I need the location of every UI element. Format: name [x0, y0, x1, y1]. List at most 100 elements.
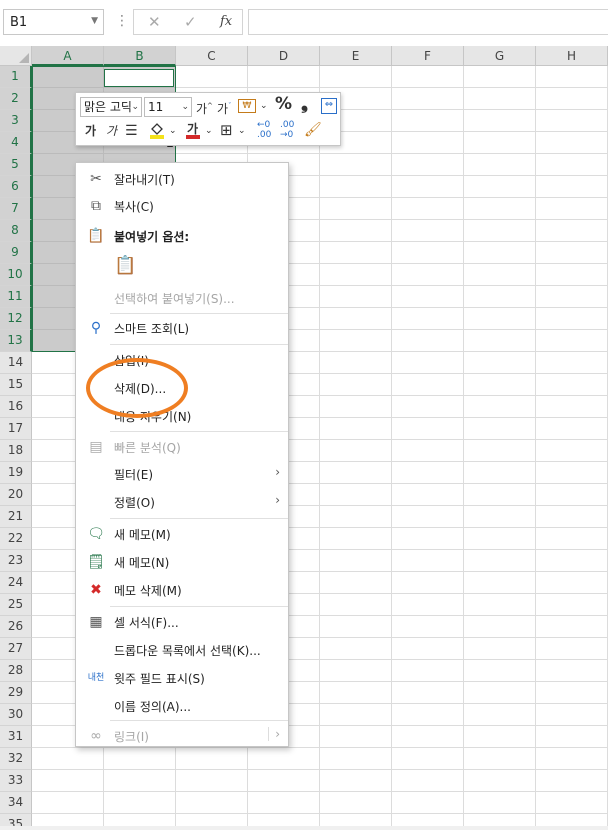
drag-handle-icon[interactable]: ⋮: [115, 13, 129, 29]
enter-icon[interactable]: ✓: [184, 13, 197, 31]
column-header-b[interactable]: B: [104, 46, 176, 66]
insert-function-icon[interactable]: fx: [220, 14, 232, 29]
menu-item-sort[interactable]: 정렬(O) ›: [76, 489, 288, 515]
chevron-right-icon: ›: [268, 727, 280, 741]
select-all-button[interactable]: [0, 46, 32, 66]
menu-item-copy[interactable]: ⧉ 복사(C): [76, 193, 288, 219]
bold-button[interactable]: 가: [85, 121, 96, 141]
row-header-19[interactable]: 19: [0, 462, 32, 484]
fill-color-button[interactable]: [148, 120, 166, 146]
menu-item-define-name[interactable]: 이름 정의(A)...: [76, 693, 288, 719]
menu-item-cut[interactable]: ✂ 잘라내기(T): [76, 166, 288, 192]
menu-item-pick-from-list[interactable]: 드롭다운 목록에서 선택(K)...: [76, 637, 288, 663]
row-header-26[interactable]: 26: [0, 616, 32, 638]
font-size-box[interactable]: 11 ⌄: [144, 97, 192, 117]
row-header-3[interactable]: 3: [0, 110, 32, 132]
menu-item-smart-lookup[interactable]: ⚲ 스마트 조회(L): [76, 315, 288, 341]
menu-separator: [110, 344, 288, 345]
menu-item-new-comment[interactable]: 🗨 새 메모(M): [76, 521, 288, 547]
shrink-font-button[interactable]: 가ˇ: [217, 96, 232, 119]
horizontal-scrollbar[interactable]: [0, 826, 608, 830]
currency-format-icon[interactable]: ₩: [238, 99, 256, 113]
menu-item-insert[interactable]: 삽입(I): [76, 347, 288, 373]
chevron-down-icon[interactable]: ⌄: [238, 121, 246, 141]
row-header-13[interactable]: 13: [0, 330, 32, 352]
row-header-33[interactable]: 33: [0, 770, 32, 792]
chevron-down-icon[interactable]: ⌄: [205, 121, 213, 141]
column-header-a[interactable]: A: [32, 46, 104, 66]
row-header-5[interactable]: 5: [0, 154, 32, 176]
decrease-decimal-icon[interactable]: .00 →0: [280, 120, 294, 140]
row-header-28[interactable]: 28: [0, 660, 32, 682]
comma-style-button[interactable]: ❟: [301, 94, 308, 114]
menu-item-clear-contents[interactable]: 내용 지우기(N): [76, 403, 288, 429]
menu-item-new-note[interactable]: 🗒 새 메모(N): [76, 549, 288, 575]
row-header-20[interactable]: 20: [0, 484, 32, 506]
row-header-11[interactable]: 11: [0, 286, 32, 308]
formula-input[interactable]: [248, 9, 608, 35]
grow-font-button[interactable]: 가^: [196, 96, 213, 119]
row-header-2[interactable]: 2: [0, 88, 32, 110]
row-header-7[interactable]: 7: [0, 198, 32, 220]
row-header-21[interactable]: 21: [0, 506, 32, 528]
merge-center-icon[interactable]: ⇔: [321, 98, 337, 114]
menu-item-filter[interactable]: 필터(E) ›: [76, 461, 288, 487]
chevron-down-icon[interactable]: ⌄: [260, 96, 268, 116]
format-painter-icon[interactable]: 🖌: [304, 120, 322, 140]
percent-style-button[interactable]: %: [275, 94, 292, 114]
column-header-g[interactable]: G: [464, 46, 536, 66]
name-box[interactable]: B1 ▼: [3, 9, 104, 35]
row-header-34[interactable]: 34: [0, 792, 32, 814]
chevron-right-icon: ›: [275, 493, 280, 507]
menu-item-phonetic[interactable]: 내천 윗주 필드 표시(S): [76, 665, 288, 691]
row-header-1[interactable]: 1: [0, 66, 32, 88]
row-header-22[interactable]: 22: [0, 528, 32, 550]
row-header-8[interactable]: 8: [0, 220, 32, 242]
active-cell[interactable]: [104, 69, 174, 87]
menu-separator: [110, 431, 288, 432]
chevron-down-icon[interactable]: ▼: [91, 16, 98, 26]
chevron-down-icon[interactable]: ⌄: [169, 121, 177, 141]
align-center-icon[interactable]: ☰: [125, 121, 138, 141]
name-box-value: B1: [10, 15, 28, 30]
svg-text:가: 가: [187, 121, 198, 136]
menu-item-format-cells[interactable]: ▦ 셀 서식(F)...: [76, 609, 288, 635]
row-header-25[interactable]: 25: [0, 594, 32, 616]
menu-separator: [110, 518, 288, 519]
column-header-e[interactable]: E: [320, 46, 392, 66]
increase-decimal-icon[interactable]: ←0.00: [257, 120, 271, 140]
row-header-32[interactable]: 32: [0, 748, 32, 770]
row-header-24[interactable]: 24: [0, 572, 32, 594]
font-name-box[interactable]: 맑은 고딕 ⌄: [80, 97, 142, 117]
row-header-9[interactable]: 9: [0, 242, 32, 264]
row-header-30[interactable]: 30: [0, 704, 32, 726]
row-header-12[interactable]: 12: [0, 308, 32, 330]
menu-item-delete[interactable]: 삭제(D)...: [76, 375, 288, 401]
row-header-17[interactable]: 17: [0, 418, 32, 440]
menu-separator: [110, 606, 288, 607]
menu-item-paste-options: 📋 붙여넣기 옵션:: [76, 223, 288, 249]
row-header-27[interactable]: 27: [0, 638, 32, 660]
menu-item-delete-note[interactable]: ✖ 메모 삭제(M): [76, 577, 288, 603]
row-header-6[interactable]: 6: [0, 176, 32, 198]
row-header-16[interactable]: 16: [0, 396, 32, 418]
font-color-icon: 가: [186, 121, 200, 139]
row-header-23[interactable]: 23: [0, 550, 32, 572]
cancel-icon[interactable]: ✕: [148, 13, 161, 31]
row-header-18[interactable]: 18: [0, 440, 32, 462]
italic-button[interactable]: 가: [106, 121, 117, 141]
column-header-c[interactable]: C: [176, 46, 248, 66]
paste-button[interactable]: 📋: [76, 253, 288, 283]
row-header-31[interactable]: 31: [0, 726, 32, 748]
column-header-h[interactable]: H: [536, 46, 608, 66]
row-header-29[interactable]: 29: [0, 682, 32, 704]
row-header-10[interactable]: 10: [0, 264, 32, 286]
row-header-15[interactable]: 15: [0, 374, 32, 396]
chevron-down-icon: ⌄: [181, 102, 189, 112]
row-header-14[interactable]: 14: [0, 352, 32, 374]
row-header-4[interactable]: 4: [0, 132, 32, 154]
column-header-d[interactable]: D: [248, 46, 320, 66]
font-color-button[interactable]: 가: [184, 120, 202, 146]
borders-icon[interactable]: ⊞: [220, 120, 233, 140]
column-header-f[interactable]: F: [392, 46, 464, 66]
